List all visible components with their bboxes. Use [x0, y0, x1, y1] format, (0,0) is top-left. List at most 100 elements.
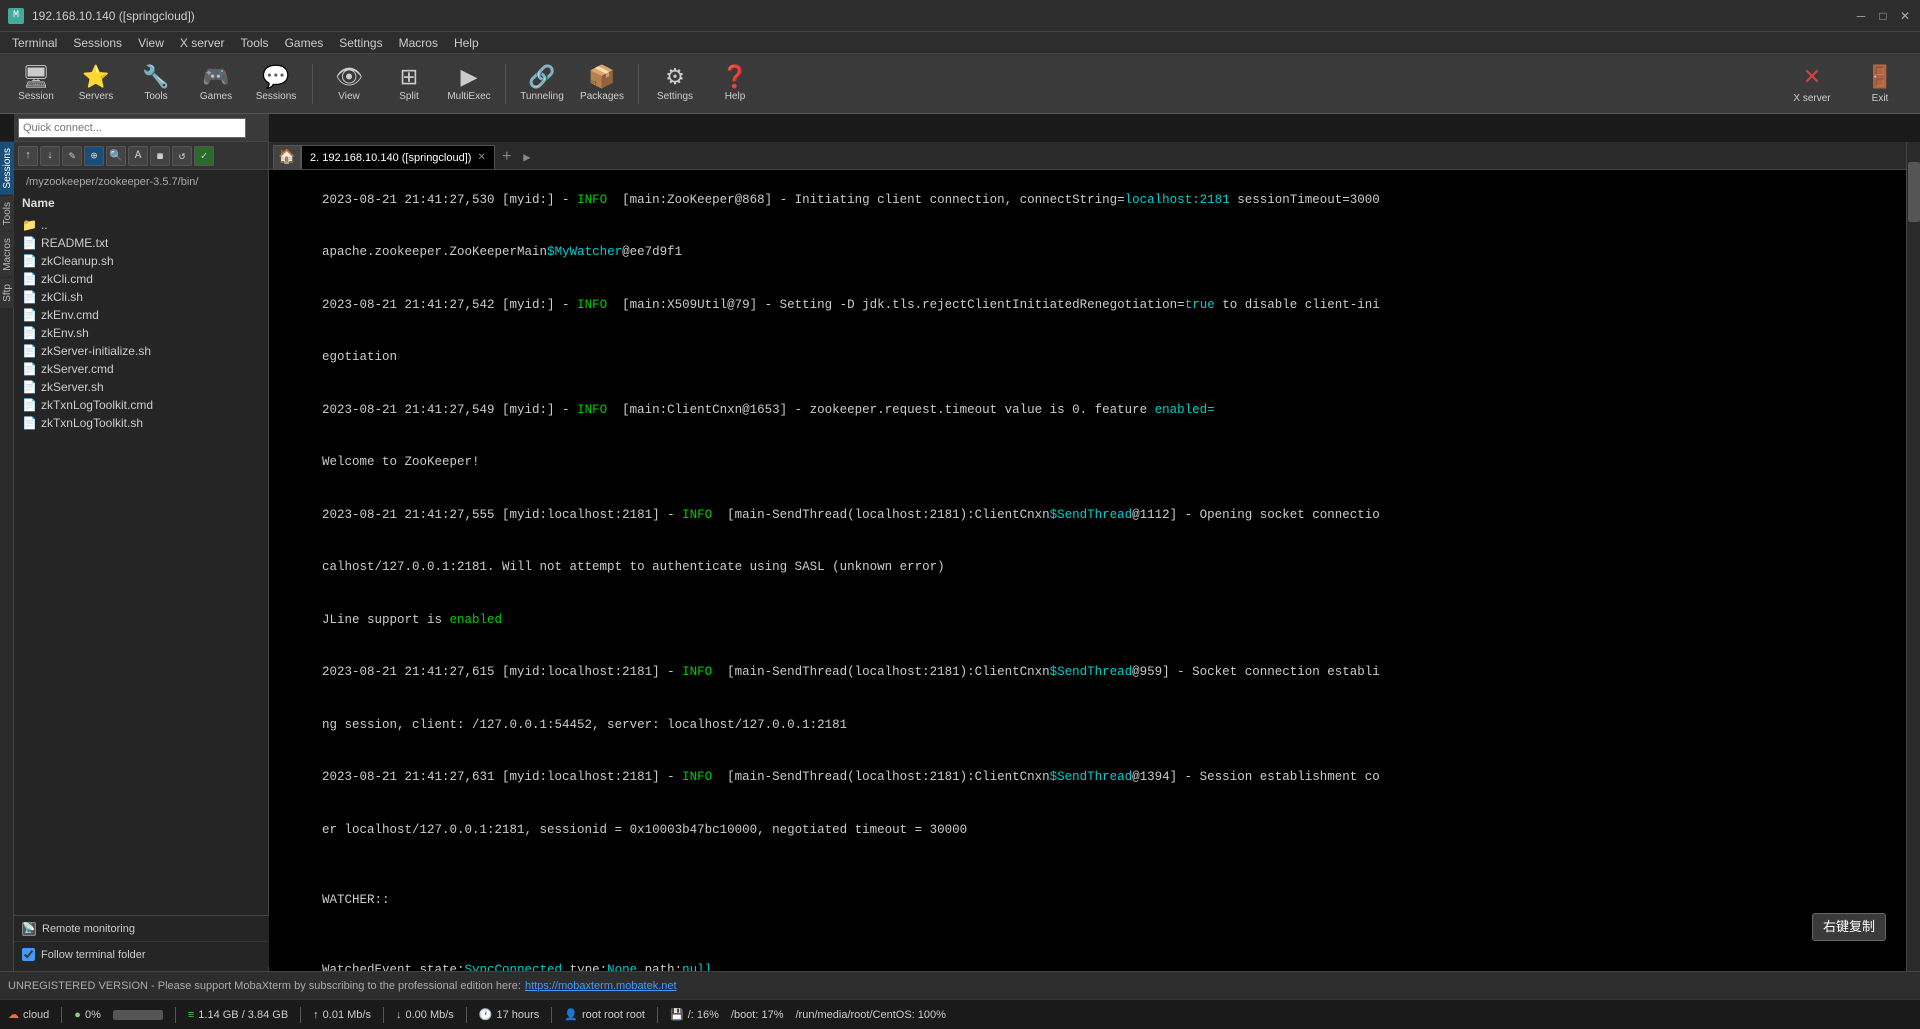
menu-tools[interactable]: Tools — [233, 34, 277, 52]
tree-item-zkserver-sh[interactable]: 📄 zkServer.sh — [18, 378, 264, 396]
toolbar: 🖥 Session ⭐ Servers 🔧 Tools 🎮 Games 💬 Se… — [0, 54, 1920, 114]
term-line: 2023-08-21 21:41:27,555 [myid:localhost:… — [277, 489, 1898, 542]
servers-label: Servers — [79, 91, 113, 102]
term-line: JLine support is enabled — [277, 594, 1898, 647]
mem-icon: ≡ — [188, 1009, 194, 1021]
tab-scroll-right[interactable]: ▶ — [519, 145, 535, 169]
sessions-btn-9[interactable]: ✓ — [194, 146, 214, 166]
status-net-up: ↑ 0.01 Mb/s — [313, 1009, 371, 1021]
remote-monitoring-bar: 📡 Remote monitoring — [14, 915, 269, 941]
tools-button[interactable]: 🔧 Tools — [128, 58, 184, 110]
split-button[interactable]: ⊞ Split — [381, 58, 437, 110]
status-disk-root: 💾 /: 16% — [670, 1008, 719, 1021]
sessions-btn-4[interactable]: ⊕ — [84, 146, 104, 166]
tab-active[interactable]: 2. 192.168.10.140 ([springcloud]) ✕ — [301, 145, 495, 169]
servers-icon: ⭐ — [82, 66, 109, 88]
settings-button[interactable]: ⚙ Settings — [647, 58, 703, 110]
tree-item-zkserver-cmd[interactable]: 📄 zkServer.cmd — [18, 360, 264, 378]
tunneling-icon: 🔗 — [528, 66, 555, 88]
disk-root-value: /: 16% — [688, 1009, 719, 1021]
tree-item-zkenv-cmd[interactable]: 📄 zkEnv.cmd — [18, 306, 264, 324]
term-line: ng session, client: /127.0.0.1:54452, se… — [277, 699, 1898, 752]
status-cpu: ● 0% — [74, 1009, 101, 1021]
window-controls: ─ □ ✕ — [1854, 9, 1912, 23]
menu-help[interactable]: Help — [446, 34, 487, 52]
servers-button[interactable]: ⭐ Servers — [68, 58, 124, 110]
multiexec-button[interactable]: ▶ MultiExec — [441, 58, 497, 110]
status-sep — [466, 1007, 467, 1023]
vtab-sftp[interactable]: Sftp — [0, 278, 14, 308]
xserver-button[interactable]: ✕ X server — [1780, 58, 1844, 110]
sessions-toolbar: ↑ ↓ ✎ ⊕ 🔍 A ◼ ↺ ✓ — [14, 142, 268, 170]
status-sep — [551, 1007, 552, 1023]
right-panel-scroll[interactable] — [1908, 162, 1920, 222]
tree-item-readme[interactable]: 📄 README.txt — [18, 234, 264, 252]
term-line: 2023-08-21 21:41:27,549 [myid:] - INFO [… — [277, 384, 1898, 437]
games-button[interactable]: 🎮 Games — [188, 58, 244, 110]
exit-button[interactable]: 🚪 Exit — [1848, 58, 1912, 110]
menu-view[interactable]: View — [130, 34, 172, 52]
tunneling-button[interactable]: 🔗 Tunneling — [514, 58, 570, 110]
tree-item-zkcli-cmd[interactable]: 📄 zkCli.cmd — [18, 270, 264, 288]
maximize-button[interactable]: □ — [1876, 9, 1890, 23]
exit-icon: 🚪 — [1866, 64, 1893, 90]
sessions-btn-2[interactable]: ↓ — [40, 146, 60, 166]
sessions-btn-5[interactable]: 🔍 — [106, 146, 126, 166]
sessions-path: /myzookeeper/zookeeper-3.5.7/bin/ — [18, 174, 264, 190]
sessions-button[interactable]: 💬 Sessions — [248, 58, 304, 110]
menu-macros[interactable]: Macros — [391, 34, 446, 52]
tools-label: Tools — [144, 91, 167, 102]
tree-item-label: zkEnv.cmd — [41, 308, 99, 322]
tree-item-zkcleanup[interactable]: 📄 zkCleanup.sh — [18, 252, 264, 270]
minimize-button[interactable]: ─ — [1854, 9, 1868, 23]
tree-item-zktxnlog-sh[interactable]: 📄 zkTxnLogToolkit.sh — [18, 414, 264, 432]
sessions-tree-header: Name — [18, 194, 264, 212]
menu-games[interactable]: Games — [277, 34, 332, 52]
status-sep — [61, 1007, 62, 1023]
quick-connect-input[interactable] — [18, 118, 246, 138]
status-sep — [383, 1007, 384, 1023]
term-line: 2023-08-21 21:41:27,631 [myid:localhost:… — [277, 752, 1898, 805]
tree-item-label: zkCli.sh — [41, 290, 83, 304]
follow-terminal-checkbox[interactable] — [22, 948, 35, 961]
tree-item-dotdot[interactable]: 📁 .. — [18, 216, 264, 234]
status-sep — [175, 1007, 176, 1023]
sessions-btn-3[interactable]: ✎ — [62, 146, 82, 166]
xserver-label: X server — [1793, 93, 1830, 104]
menu-terminal[interactable]: Terminal — [4, 34, 65, 52]
help-button[interactable]: ❓ Help — [707, 58, 763, 110]
session-button[interactable]: 🖥 Session — [8, 58, 64, 110]
menu-sessions[interactable]: Sessions — [65, 34, 130, 52]
disk-boot-value: /boot: 17% — [731, 1009, 784, 1021]
xserver-icon: ✕ — [1803, 64, 1821, 90]
tools-icon: 🔧 — [142, 66, 169, 88]
tree-item-zkcli-sh[interactable]: 📄 zkCli.sh — [18, 288, 264, 306]
sessions-btn-8[interactable]: ↺ — [172, 146, 192, 166]
sessions-label: Sessions — [256, 91, 297, 102]
view-label: View — [338, 91, 360, 102]
tree-item-zkserver-init[interactable]: 📄 zkServer-initialize.sh — [18, 342, 264, 360]
tab-home[interactable]: 🏠 — [273, 145, 301, 169]
unreg-link[interactable]: https://mobaxterm.mobatek.net — [525, 980, 677, 992]
menu-settings[interactable]: Settings — [331, 34, 390, 52]
help-icon: ❓ — [721, 66, 748, 88]
terminal-content[interactable]: 2023-08-21 21:41:27,530 [myid:] - INFO [… — [269, 170, 1906, 971]
tree-item-label: zkServer.sh — [41, 380, 104, 394]
status-sep — [300, 1007, 301, 1023]
vtab-sessions[interactable]: Sessions — [0, 142, 14, 195]
vtab-tools[interactable]: Tools — [0, 196, 14, 231]
new-tab-button[interactable]: + — [495, 145, 519, 169]
tree-item-zktxnlog-cmd[interactable]: 📄 zkTxnLogToolkit.cmd — [18, 396, 264, 414]
vtab-macros[interactable]: Macros — [0, 232, 14, 277]
sessions-btn-6[interactable]: A — [128, 146, 148, 166]
tab-close[interactable]: ✕ — [477, 152, 485, 163]
close-button[interactable]: ✕ — [1898, 9, 1912, 23]
sessions-btn-7[interactable]: ◼ — [150, 146, 170, 166]
packages-button[interactable]: 📦 Packages — [574, 58, 630, 110]
net-down-icon: ↓ — [396, 1009, 402, 1021]
sessions-btn-1[interactable]: ↑ — [18, 146, 38, 166]
tree-item-zkenv-sh[interactable]: 📄 zkEnv.sh — [18, 324, 264, 342]
view-button[interactable]: 👁 View — [321, 58, 377, 110]
menu-xserver[interactable]: X server — [172, 34, 233, 52]
tab-label: 2. 192.168.10.140 ([springcloud]) — [310, 152, 471, 164]
